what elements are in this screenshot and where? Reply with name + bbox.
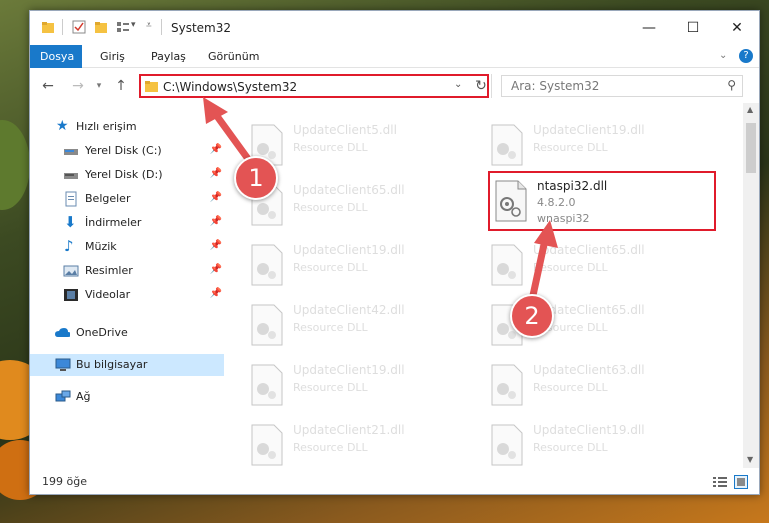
arrow-1-line	[210, 108, 255, 167]
step-2-badge: 2	[510, 294, 554, 338]
step-1-badge: 1	[234, 156, 278, 200]
arrow-2-head	[534, 220, 558, 248]
arrow-2-line	[528, 236, 549, 304]
annotation-arrows	[203, 97, 558, 304]
